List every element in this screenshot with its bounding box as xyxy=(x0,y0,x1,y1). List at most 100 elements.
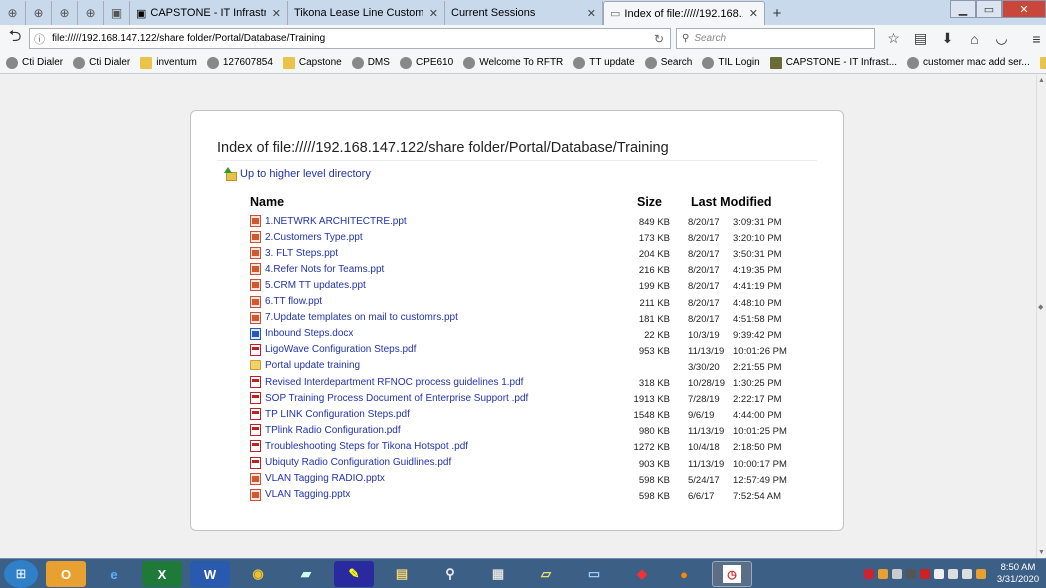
bookmark-item[interactable]: Capstone xyxy=(282,56,342,69)
bookmark-item[interactable]: Welcome To RFTR xyxy=(463,56,563,69)
start-button[interactable]: ⊞ xyxy=(4,560,38,588)
file-link[interactable]: TP LINK Configuration Steps.pdf xyxy=(250,408,410,421)
bookmark-item[interactable]: CPE610 xyxy=(399,56,453,69)
file-link[interactable]: VLAN Tagging RADIO.pptx xyxy=(250,472,385,485)
file-link[interactable]: 4.Refer Nots for Teams.ppt xyxy=(250,263,384,276)
file-link[interactable]: 7.Update templates on mail to customrs.p… xyxy=(250,311,458,324)
app-taskbar-icon[interactable]: ▰ xyxy=(286,561,326,587)
scroll-down-icon[interactable]: ▼ xyxy=(1038,549,1045,556)
column-header-name[interactable]: Name xyxy=(250,195,284,209)
file-link[interactable]: Ubiquty Radio Configuration Guidlines.pd… xyxy=(250,456,451,469)
close-icon[interactable]: ✕ xyxy=(749,7,758,20)
column-header-size[interactable]: Size xyxy=(637,195,662,209)
tray-icon[interactable] xyxy=(906,569,916,579)
bookmark-item[interactable]: customer mac add ser... xyxy=(907,56,1030,69)
pinned-tab[interactable]: ▣ xyxy=(104,1,130,25)
globe-icon xyxy=(399,56,412,69)
close-icon[interactable]: ✕ xyxy=(272,7,281,20)
home-icon[interactable]: ⌂ xyxy=(961,25,988,52)
internet-explorer-taskbar-icon[interactable]: e xyxy=(94,561,134,587)
tray-icon[interactable] xyxy=(892,569,902,579)
ppt-file-icon xyxy=(250,279,261,292)
file-link[interactable]: TPlink Radio Configuration.pdf xyxy=(250,424,401,437)
bookmark-star-icon[interactable]: ☆ xyxy=(880,25,907,52)
file-time: 4:48:10 PM xyxy=(733,297,782,309)
file-link[interactable]: 2.Customers Type.ppt xyxy=(250,231,363,244)
tab-capstone[interactable]: ▣ CAPSTONE - IT Infrastructu ✕ xyxy=(130,1,288,25)
tray-icon[interactable] xyxy=(864,569,874,579)
minimize-button[interactable]: ▁ xyxy=(950,0,976,18)
pinned-tab[interactable]: ⊕ xyxy=(78,1,104,25)
volume-icon[interactable] xyxy=(948,569,958,579)
bookmark-item[interactable]: ruckus xyxy=(1039,56,1046,69)
outlook-taskbar-icon[interactable]: O xyxy=(46,561,86,587)
file-size: 1272 KB xyxy=(633,442,670,454)
back-button[interactable]: ⮌ xyxy=(0,25,30,52)
file-link[interactable]: 5.CRM TT updates.ppt xyxy=(250,279,366,292)
paint-taskbar-icon[interactable]: ✎ xyxy=(334,561,374,587)
pinned-tab[interactable]: ⊕ xyxy=(26,1,52,25)
tab-current-sessions[interactable]: Current Sessions ✕ xyxy=(445,1,603,25)
up-directory-link[interactable]: Up to higher level directory xyxy=(224,167,371,181)
search-icon: ⚲ xyxy=(682,33,690,44)
bookmark-item[interactable]: 127607854 xyxy=(206,56,273,69)
new-tab-button[interactable]: + xyxy=(765,1,789,25)
file-link[interactable]: SOP Training Process Document of Enterpr… xyxy=(250,392,528,405)
file-size: 318 KB xyxy=(638,378,670,389)
bookmark-item[interactable]: DMS xyxy=(351,56,390,69)
scroll-thumb[interactable]: ◆ xyxy=(1038,303,1043,311)
file-link[interactable]: 1.NETWRK ARCHITECTRE.ppt xyxy=(250,215,407,227)
tray-icon[interactable] xyxy=(878,569,888,579)
tab-index[interactable]: ▭ Index of file://///192.168.147. ✕ xyxy=(603,1,765,25)
vertical-scrollbar[interactable]: ▲ ◆ ▼ xyxy=(1036,75,1046,558)
word-taskbar-icon[interactable]: W xyxy=(190,561,230,587)
file-link[interactable]: Troubleshooting Steps for Tikona Hotspot… xyxy=(250,440,468,453)
file-link[interactable]: 3. FLT Steps.ppt xyxy=(250,247,338,260)
file-link[interactable]: LigoWave Configuration Steps.pdf xyxy=(250,343,416,356)
scroll-up-icon[interactable]: ▲ xyxy=(1038,77,1045,84)
bookmark-item[interactable]: Cti Dialer xyxy=(73,56,130,69)
address-bar[interactable]: ⓘ file://///192.168.147.122/share folder… xyxy=(29,28,671,49)
column-header-last-modified[interactable]: Last Modified xyxy=(691,195,772,209)
file-link[interactable]: Portal update training xyxy=(250,360,360,371)
close-icon[interactable]: ✕ xyxy=(429,7,438,20)
search-tool-taskbar-icon[interactable]: ⚲ xyxy=(430,561,470,587)
tray-icon[interactable] xyxy=(920,569,930,579)
bookmark-item[interactable]: CAPSTONE - IT Infrast... xyxy=(769,56,897,69)
clock-app-taskbar-icon[interactable]: ◷ xyxy=(712,561,752,587)
file-link[interactable]: Inbound Steps.docx xyxy=(250,327,353,340)
bookmark-item[interactable]: Cti Dialer xyxy=(6,56,63,69)
pinned-tab[interactable]: ⊕ xyxy=(52,1,78,25)
download-icon[interactable]: ⬇ xyxy=(934,25,961,52)
network-taskbar-icon[interactable]: ▦ xyxy=(478,561,518,587)
search-input[interactable]: ⚲ Search xyxy=(676,28,875,49)
excel-taskbar-icon[interactable]: X xyxy=(142,561,182,587)
anydesk-taskbar-icon[interactable]: ◆ xyxy=(622,561,662,587)
reload-icon[interactable]: ↻ xyxy=(648,32,670,46)
file-link[interactable]: VLAN Tagging.pptx xyxy=(250,488,350,501)
system-clock[interactable]: 8:50 AM 3/31/2020 xyxy=(994,562,1042,586)
bookmark-item[interactable]: TIL Login xyxy=(702,56,760,69)
tray-icon[interactable] xyxy=(934,569,944,579)
file-link[interactable]: 6.TT flow.ppt xyxy=(250,295,322,308)
pocket-icon[interactable]: ◡ xyxy=(988,25,1015,52)
file-link[interactable]: Revised Interdepartment RFNOC process gu… xyxy=(250,376,523,388)
library-icon[interactable]: ▤ xyxy=(907,25,934,52)
close-window-button[interactable]: ✕ xyxy=(1002,0,1046,18)
bookmark-item[interactable]: TT update xyxy=(573,56,635,69)
remote-desktop-taskbar-icon[interactable]: ▭ xyxy=(574,561,614,587)
network-icon[interactable] xyxy=(962,569,972,579)
maximize-button[interactable]: ▭ xyxy=(976,0,1002,18)
chrome-taskbar-icon[interactable]: ◉ xyxy=(238,561,278,587)
menu-icon[interactable]: ≡ xyxy=(1023,25,1046,52)
info-icon[interactable]: ⓘ xyxy=(34,31,52,47)
tray-icon[interactable] xyxy=(976,569,986,579)
close-icon[interactable]: ✕ xyxy=(587,7,596,20)
pinned-tab[interactable]: ⊕ xyxy=(0,1,26,25)
explorer-taskbar-icon[interactable]: ▤ xyxy=(382,561,422,587)
sticky-notes-taskbar-icon[interactable]: ▱ xyxy=(526,561,566,587)
bookmark-item[interactable]: inventum xyxy=(140,56,197,69)
firefox-taskbar-icon[interactable]: ● xyxy=(664,561,704,587)
tab-tikona[interactable]: Tikona Lease Line Customers lin ✕ xyxy=(288,1,445,25)
bookmark-item[interactable]: Search xyxy=(644,56,692,69)
